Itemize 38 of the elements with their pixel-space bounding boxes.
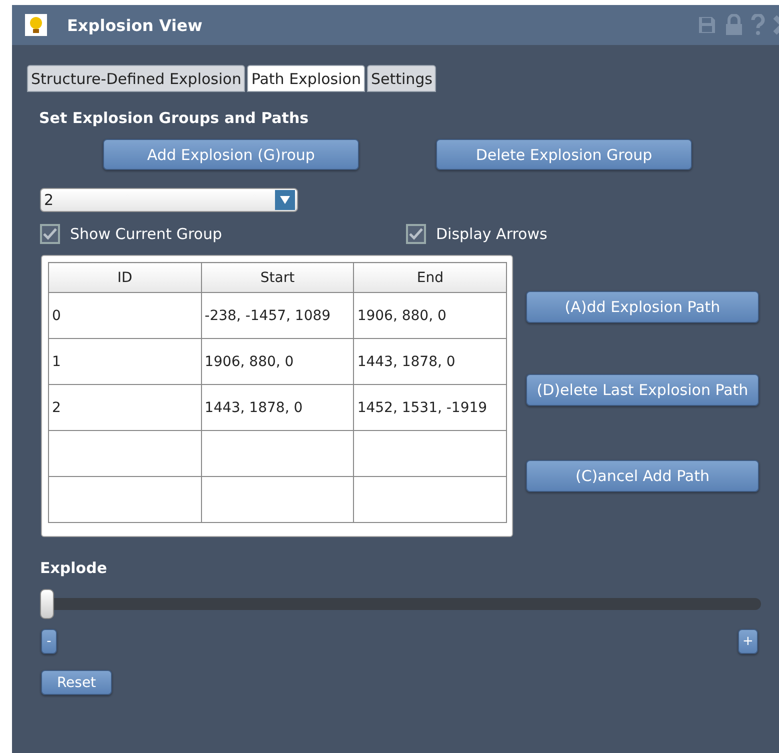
table-cell: 1906, 880, 0	[354, 292, 506, 338]
lightbulb-icon	[25, 14, 47, 36]
path-button[interactable]: (C)ancel Add Path	[526, 460, 759, 492]
column-header: Start	[201, 262, 354, 292]
slider-thumb[interactable]	[40, 589, 54, 619]
explode-slider[interactable]	[40, 589, 761, 619]
group-button[interactable]: Delete Explosion Group	[436, 139, 692, 170]
tab[interactable]: Path Explosion	[247, 65, 365, 92]
checkbox-label: Show Current Group	[70, 225, 222, 243]
table-cell: 1443, 1878, 0	[354, 338, 506, 384]
table-cell: 2	[48, 384, 202, 430]
column-header: End	[354, 262, 506, 292]
table-cell: 1	[48, 338, 202, 384]
help-icon[interactable]	[751, 14, 765, 36]
table-cell: 1443, 1878, 0	[201, 384, 354, 430]
dropdown-arrow-icon	[280, 196, 290, 204]
lock-icon[interactable]	[725, 14, 743, 36]
table-cell: 1906, 880, 0	[201, 338, 354, 384]
reset-button[interactable]: Reset	[41, 670, 112, 695]
explode-label: Explode	[40, 559, 108, 577]
decrease-button[interactable]: -	[41, 629, 57, 654]
table-cell: 0	[48, 292, 202, 338]
save-icon[interactable]	[697, 15, 717, 35]
tab[interactable]: Structure-Defined Explosion	[27, 65, 246, 92]
table-cell: -238, -1457, 1089	[201, 292, 354, 338]
checkbox[interactable]	[406, 224, 426, 244]
group-dropdown[interactable]: 2	[40, 188, 298, 212]
column-header: ID	[48, 262, 202, 292]
checkbox-label: Display Arrows	[436, 225, 548, 243]
table-cell: 1452, 1531, -1919	[354, 384, 506, 430]
checkbox[interactable]	[40, 224, 60, 244]
increase-button[interactable]: +	[738, 629, 758, 654]
window-title: Explosion View	[67, 16, 204, 34]
path-button[interactable]: (A)dd Explosion Path	[526, 291, 759, 323]
path-button[interactable]: (D)elete Last Explosion Path	[526, 374, 759, 406]
group-button[interactable]: Add Explosion (G)roup	[103, 139, 359, 170]
section-heading: Set Explosion Groups and Paths	[39, 109, 310, 127]
tab[interactable]: Settings	[366, 65, 436, 92]
